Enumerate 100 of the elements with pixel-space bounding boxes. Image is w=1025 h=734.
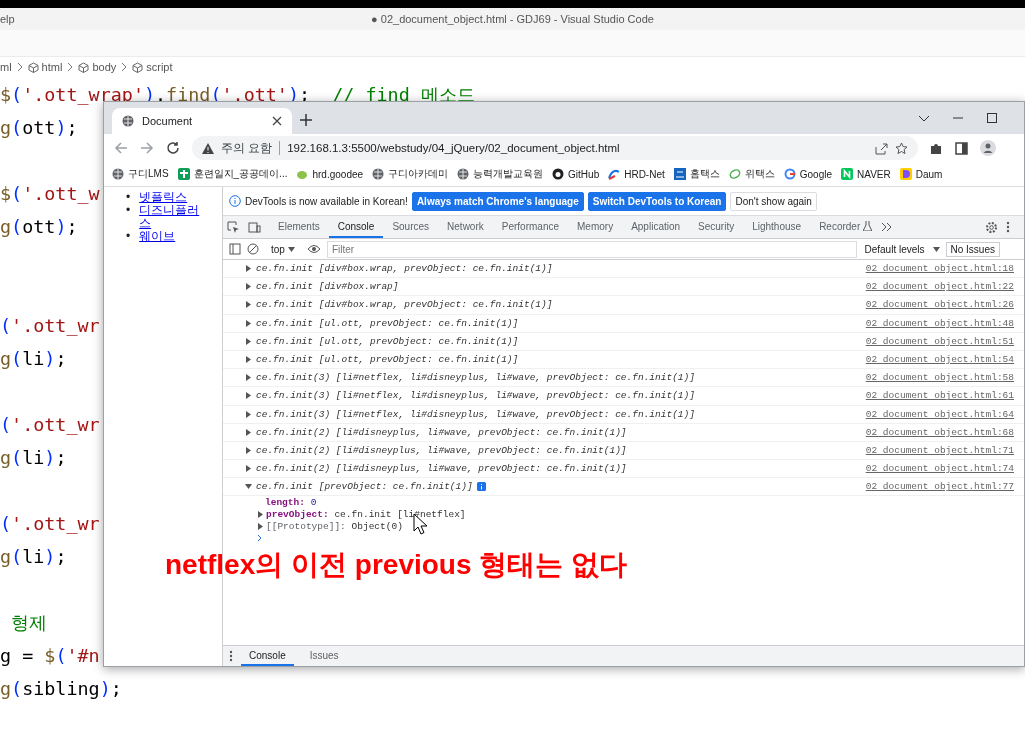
source-link[interactable]: 02 document object.html:74 <box>865 463 1014 475</box>
log-message[interactable]: ce.fn.init(3) [li#netflex, li#disneyplus, li#wave, prevObject: ce.fn.init(1)] <box>256 408 695 420</box>
devtools-tab[interactable]: Memory <box>568 216 623 238</box>
breadcrumb-item[interactable]: ml <box>0 61 12 73</box>
log-message[interactable]: ce.fn.init(2) [li#disneyplus, li#wave, prevObject: ce.fn.init(1)] <box>256 426 627 438</box>
property-row[interactable]: prevObject: ce.fn.init [li#netflex] <box>266 508 466 520</box>
log-message[interactable]: ce.fn.init [ul.ott, prevObject: ce.fn.init(1)] <box>256 354 519 366</box>
breadcrumb-item[interactable]: html <box>41 61 63 73</box>
collapsed-triangle-icon[interactable] <box>245 428 252 436</box>
warning-icon <box>202 142 214 154</box>
collapsed-triangle-icon[interactable] <box>245 465 252 473</box>
bookmark[interactable]: 구디아카데미 <box>388 167 449 181</box>
source-link[interactable]: 02 document object.html:54 <box>865 354 1014 366</box>
collapsed-triangle-icon[interactable] <box>245 301 252 309</box>
devtools-tab[interactable]: Recorder <box>810 216 882 238</box>
source-link[interactable]: 02 document object.html:51 <box>865 335 1014 347</box>
collapsed-triangle-icon[interactable] <box>245 374 252 382</box>
log-message[interactable]: ce.fn.init(2) [li#disneyplus, li#wave, prevObject: ce.fn.init(1)] <box>256 463 627 475</box>
cube-icon <box>27 61 39 73</box>
list-bullet: • <box>126 191 131 204</box>
issues-button[interactable]: No Issues <box>945 241 1000 257</box>
breadcrumb-item[interactable]: script <box>146 61 173 73</box>
source-link[interactable]: 02 document object.html:18 <box>865 263 1014 275</box>
collapsed-triangle-icon[interactable] <box>245 446 252 454</box>
source-link[interactable]: 02 document object.html:68 <box>865 426 1014 438</box>
cube-icon <box>78 61 90 73</box>
notice-button[interactable]: Don't show again <box>730 191 817 211</box>
source-link[interactable]: 02 document object.html:77 <box>865 481 1014 493</box>
bookmark[interactable]: 훈련일지_공공데이... <box>193 167 288 181</box>
bookmark[interactable]: 능력개발교육원 <box>473 167 544 181</box>
bookmark[interactable]: Daum <box>915 168 943 180</box>
settings-icon <box>985 220 998 234</box>
bookmark[interactable]: Google <box>799 168 832 180</box>
code-line: ('.ott_wr <box>0 315 100 336</box>
log-message[interactable]: ce.fn.init(3) [li#netflex, li#disneyplus, li#wave, prevObject: ce.fn.init(1)] <box>256 390 695 402</box>
info-icon <box>229 195 241 207</box>
sidebar-icon <box>955 141 968 155</box>
devtools-tab[interactable]: Sources <box>383 216 439 238</box>
devtools-tab[interactable]: Console <box>328 216 384 238</box>
devtools-tab[interactable]: Security <box>689 216 744 238</box>
collapsed-triangle-icon[interactable] <box>245 337 252 345</box>
bookmark[interactable]: hrd.goodee <box>312 168 364 180</box>
filter-field[interactable]: Filter <box>326 240 857 258</box>
annotation-text: netflex의 이전 previous 형태는 없다 <box>165 550 628 580</box>
source-link[interactable]: 02 document object.html:61 <box>865 390 1014 402</box>
bookmark[interactable]: HRD-Net <box>624 168 665 180</box>
bookmark[interactable]: NAVER <box>857 168 891 180</box>
page-link[interactable]: 디즈니플러스 <box>139 204 210 230</box>
drawer-tab[interactable]: Console <box>241 646 294 666</box>
collapsed-triangle-icon[interactable] <box>245 319 252 327</box>
bookmark[interactable]: 구디LMS <box>128 167 169 181</box>
collapsed-triangle-icon[interactable] <box>245 265 252 273</box>
log-message[interactable]: ce.fn.init [div#box.wrap, prevObject: ce.fn.init(1)] <box>256 263 553 275</box>
flask-icon <box>863 221 873 231</box>
log-message[interactable]: ce.fn.init [prevObject: ce.fn.init(1)] <box>256 481 473 493</box>
bookmark[interactable]: GitHub <box>568 168 600 180</box>
close-icon <box>272 116 282 126</box>
source-link[interactable]: 02 document object.html:58 <box>865 372 1014 384</box>
log-message[interactable]: ce.fn.init [ul.ott, prevObject: ce.fn.init(1)] <box>256 317 519 329</box>
collapsed-triangle-icon[interactable] <box>245 283 252 291</box>
notice-text: DevTools is now available in Korean! <box>245 195 408 207</box>
notice-button[interactable]: Switch DevTools to Korean <box>587 191 727 211</box>
devtools-tab[interactable]: Application <box>622 216 690 238</box>
prompt-chevron-icon <box>257 534 263 543</box>
source-link[interactable]: 02 document object.html:71 <box>865 444 1014 456</box>
collapsed-triangle-icon[interactable] <box>245 410 252 418</box>
source-link[interactable]: 02 document object.html:26 <box>865 299 1014 311</box>
notice-button[interactable]: Always match Chrome's language <box>411 191 584 211</box>
code-line: g(li); <box>0 546 67 567</box>
property-row[interactable]: [[Prototype]]: Object(0) <box>266 520 403 532</box>
bookmark[interactable]: 홈택스 <box>689 167 720 181</box>
code-line: g(li); <box>0 447 67 468</box>
collapsed-triangle-icon[interactable] <box>245 356 252 364</box>
log-message[interactable]: ce.fn.init [div#box.wrap, prevObject: ce.fn.init(1)] <box>256 299 553 311</box>
breadcrumb-item[interactable]: body <box>92 61 117 73</box>
browser-tab[interactable]: Document <box>112 108 292 134</box>
source-link[interactable]: 02 document object.html:22 <box>865 281 1014 293</box>
log-message[interactable]: ce.fn.init [ul.ott, prevObject: ce.fn.init(1)] <box>256 335 519 347</box>
log-message[interactable]: ce.fn.init(2) [li#disneyplus, li#wave, prevObject: ce.fn.init(1)] <box>256 444 627 456</box>
swirl-icon <box>608 168 621 180</box>
page-link[interactable]: 웨이브 <box>139 230 210 243</box>
context-dropdown[interactable]: top <box>265 243 301 255</box>
devtools-tab[interactable]: Network <box>438 216 493 238</box>
address-bar[interactable]: 주의 요함 192.168.1.3:5500/webstudy/04_jQuery/02_document_object.html <box>192 136 918 160</box>
drawer-tab[interactable]: Issues <box>301 646 347 666</box>
expanded-triangle-icon[interactable] <box>245 483 252 491</box>
code-line: g(li); <box>0 348 67 369</box>
log-message[interactable]: ce.fn.init [div#box.wrap] <box>256 281 399 293</box>
d-tile-icon <box>899 168 912 180</box>
page-link[interactable]: 넷플릭스 <box>139 191 210 204</box>
devtools-tab[interactable]: Elements <box>269 216 329 238</box>
bookmark[interactable]: 위택스 <box>744 167 775 181</box>
devtools-tab[interactable]: Performance <box>492 216 568 238</box>
devtools-tab[interactable]: Lighthouse <box>743 216 811 238</box>
menu-item[interactable]: elp <box>0 13 15 25</box>
log-message[interactable]: ce.fn.init(3) [li#netflex, li#disneyplus, li#wave, prevObject: ce.fn.init(1)] <box>256 372 695 384</box>
collapsed-triangle-icon[interactable] <box>245 392 252 400</box>
source-link[interactable]: 02 document object.html:64 <box>865 408 1014 420</box>
source-link[interactable]: 02 document object.html:48 <box>865 317 1014 329</box>
levels-dropdown[interactable]: Default levels <box>862 243 927 255</box>
